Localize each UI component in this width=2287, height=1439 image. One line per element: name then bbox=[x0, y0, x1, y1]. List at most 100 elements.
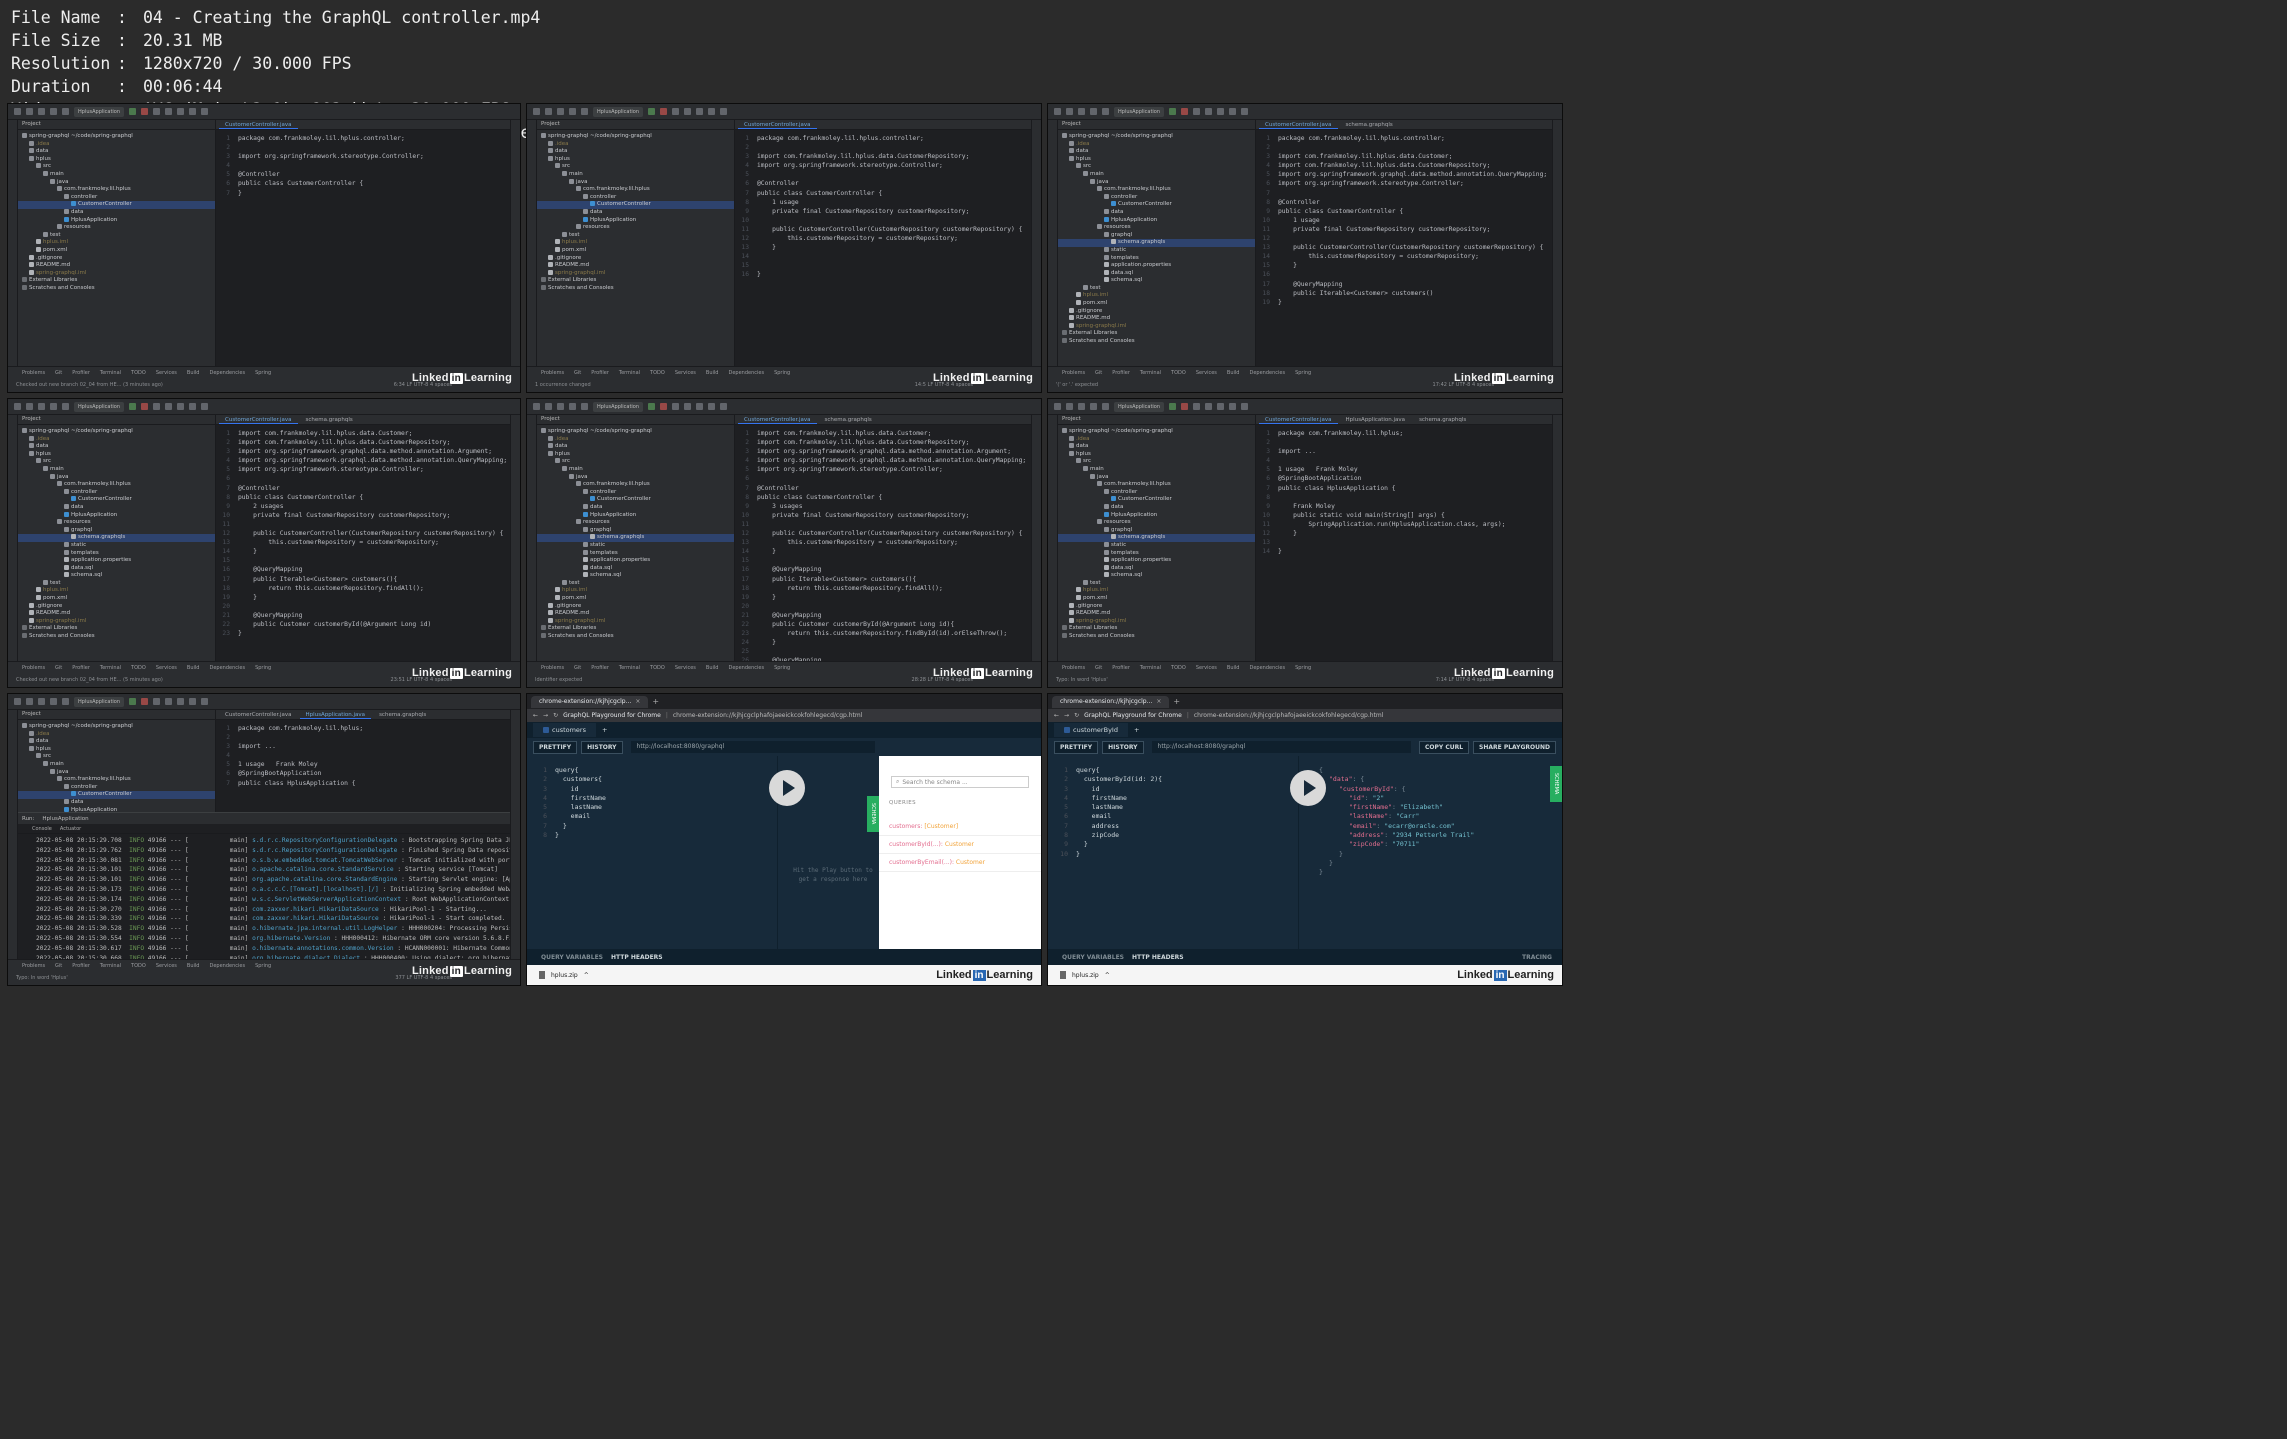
project-tree-item[interactable]: data.sql bbox=[18, 564, 215, 573]
project-tree-item[interactable]: controller bbox=[18, 783, 215, 792]
chevron-up-icon[interactable]: ^ bbox=[584, 972, 589, 979]
code-editor[interactable]: CustomerController.java HplusApplication.… bbox=[1256, 415, 1552, 661]
project-tree-item[interactable]: hplus bbox=[537, 155, 734, 164]
project-tree-item[interactable]: HplusApplication bbox=[1058, 511, 1255, 520]
code-editor[interactable]: CustomerController.java 1 package com.fran… bbox=[216, 120, 510, 366]
forward-icon[interactable] bbox=[1078, 108, 1085, 115]
project-tree-item[interactable]: com.frankmoley.lil.hplus bbox=[1058, 186, 1255, 194]
menu-icon[interactable] bbox=[1054, 108, 1061, 115]
project-tree-item[interactable]: java bbox=[537, 178, 734, 187]
settings-icon[interactable] bbox=[581, 403, 588, 410]
project-tree-item[interactable]: HplusApplication bbox=[18, 511, 215, 520]
tool-window-button[interactable]: Terminal bbox=[619, 665, 640, 671]
history-icon[interactable] bbox=[189, 698, 197, 705]
forward-icon[interactable] bbox=[38, 108, 45, 115]
code-editor[interactable]: CustomerController.java 1 package com.fran… bbox=[735, 120, 1031, 366]
settings-icon[interactable] bbox=[581, 108, 588, 115]
project-panel-header[interactable]: Project bbox=[1058, 120, 1255, 130]
project-tree-item[interactable]: .idea bbox=[1058, 435, 1255, 444]
project-tree-item[interactable]: data bbox=[1058, 148, 1255, 156]
forward-icon[interactable] bbox=[557, 403, 564, 410]
stop-icon[interactable] bbox=[141, 403, 149, 410]
browser-tab[interactable]: chrome-extension://kjhjcgclp... × bbox=[531, 695, 649, 708]
project-tree-item[interactable]: spring-graphql.iml bbox=[1058, 322, 1255, 331]
tool-window-button[interactable]: Build bbox=[706, 665, 719, 671]
settings-icon[interactable] bbox=[62, 403, 69, 410]
project-tree-item[interactable]: External Libraries bbox=[18, 625, 215, 633]
http-headers-tab[interactable]: HTTP HEADERS bbox=[1132, 954, 1184, 961]
refresh-icon[interactable] bbox=[50, 698, 57, 705]
git-icon[interactable] bbox=[1193, 403, 1201, 410]
push-icon[interactable] bbox=[1205, 403, 1213, 410]
project-tree-item[interactable]: .gitignore bbox=[18, 254, 215, 263]
tool-window-button[interactable]: Terminal bbox=[100, 370, 121, 376]
project-panel-header[interactable]: Project bbox=[18, 120, 215, 130]
project-tree-item[interactable]: README.md bbox=[18, 262, 215, 270]
tool-window-button[interactable]: Build bbox=[1227, 370, 1240, 376]
project-tree-item[interactable]: README.md bbox=[1058, 610, 1255, 618]
new-tab-icon[interactable]: + bbox=[652, 697, 659, 706]
project-tree-item[interactable]: resources bbox=[18, 224, 215, 232]
project-tree-item[interactable]: data bbox=[18, 148, 215, 156]
schema-search[interactable]: ⌕ Search the schema ... bbox=[891, 776, 1029, 788]
endpoint-input[interactable]: http://localhost:8080/graphql bbox=[630, 741, 875, 753]
project-tree-item[interactable]: README.md bbox=[537, 610, 734, 618]
stop-icon[interactable] bbox=[1181, 403, 1189, 410]
project-tree-item[interactable]: CustomerController bbox=[537, 201, 734, 209]
project-tree-item[interactable]: HplusApplication bbox=[1058, 216, 1255, 225]
commit-icon[interactable] bbox=[696, 108, 704, 115]
editor-tab[interactable]: HplusApplication.java bbox=[1340, 415, 1412, 424]
undo-icon[interactable] bbox=[1241, 403, 1249, 410]
project-tree-item[interactable]: CustomerController bbox=[537, 496, 734, 504]
tool-window-button[interactable]: Problems bbox=[541, 665, 564, 671]
playground-tab[interactable]: customers bbox=[533, 723, 596, 737]
tool-window-button[interactable]: TODO bbox=[650, 665, 665, 671]
tool-window-button[interactable]: Profiler bbox=[1112, 665, 1130, 671]
tool-window-button[interactable]: TODO bbox=[131, 963, 146, 969]
project-panel-header[interactable]: Project bbox=[18, 710, 215, 720]
refresh-icon[interactable] bbox=[569, 403, 576, 410]
project-tree-item[interactable]: hplus bbox=[18, 450, 215, 459]
project-tree-item[interactable]: controller bbox=[18, 488, 215, 497]
history-icon[interactable] bbox=[189, 403, 197, 410]
project-tree-item[interactable]: spring-graphql.iml bbox=[537, 617, 734, 626]
tool-window-button[interactable]: Build bbox=[187, 665, 200, 671]
editor-tab[interactable]: schema.graphqls bbox=[1340, 120, 1399, 129]
project-tree-item[interactable]: static bbox=[1058, 246, 1255, 255]
reload-icon[interactable]: ↻ bbox=[553, 712, 558, 719]
project-tree-item[interactable]: java bbox=[1058, 473, 1255, 482]
project-tree-item[interactable]: graphql bbox=[1058, 526, 1255, 535]
tool-window-button[interactable]: Spring bbox=[774, 665, 790, 671]
project-tree-item[interactable]: hplus bbox=[18, 745, 215, 754]
commit-icon[interactable] bbox=[177, 108, 185, 115]
editor-tab[interactable]: HplusApplication.java bbox=[299, 710, 372, 719]
tool-window-button[interactable]: TODO bbox=[650, 370, 665, 376]
project-tree-item[interactable]: java bbox=[1058, 178, 1255, 187]
forward-icon[interactable] bbox=[1078, 403, 1085, 410]
history-icon[interactable] bbox=[1229, 108, 1237, 115]
tool-window-button[interactable]: Build bbox=[187, 370, 200, 376]
endpoint-input[interactable]: http://localhost:8080/graphql bbox=[1151, 741, 1411, 753]
tool-window-button[interactable]: Services bbox=[1196, 370, 1217, 376]
project-tree-item[interactable]: hplus.iml bbox=[1058, 292, 1255, 300]
commit-icon[interactable] bbox=[177, 403, 185, 410]
settings-icon[interactable] bbox=[1102, 108, 1109, 115]
tool-window-button[interactable]: Build bbox=[1227, 665, 1240, 671]
project-tree-item[interactable]: main bbox=[537, 170, 734, 179]
refresh-icon[interactable] bbox=[1090, 403, 1097, 410]
stop-icon[interactable] bbox=[660, 108, 668, 115]
project-tree-item[interactable]: data.sql bbox=[537, 564, 734, 573]
forward-icon[interactable]: → bbox=[543, 712, 548, 719]
address-bar[interactable]: ← → ↻ GraphQL Playground for Chrome | chrome-… bbox=[1048, 709, 1562, 722]
project-tree-item[interactable]: spring-graphql ~/code/spring-graphql bbox=[1058, 133, 1255, 141]
project-tree-item[interactable]: README.md bbox=[1058, 315, 1255, 323]
tool-window-button[interactable]: Profiler bbox=[72, 370, 90, 376]
add-tab-icon[interactable]: + bbox=[1134, 726, 1139, 734]
project-tree-item[interactable]: data bbox=[537, 208, 734, 217]
settings-icon[interactable] bbox=[62, 698, 69, 705]
project-tree-item[interactable]: .gitignore bbox=[537, 602, 734, 611]
project-tree-item[interactable]: data bbox=[537, 443, 734, 451]
schema-query-item[interactable]: customerById(...): Customer bbox=[879, 836, 1041, 854]
project-tree-item[interactable]: .gitignore bbox=[18, 602, 215, 611]
project-tree-item[interactable]: data bbox=[18, 208, 215, 217]
